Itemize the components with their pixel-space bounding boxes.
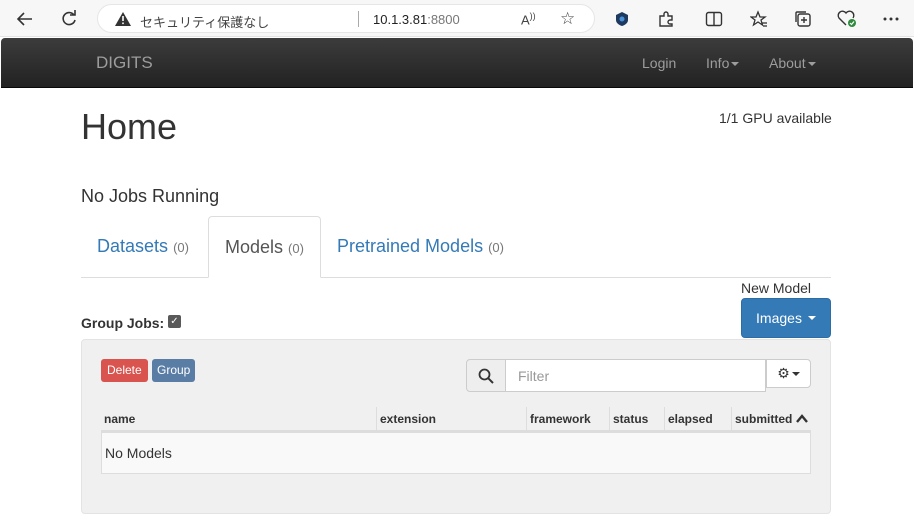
new-model-images-button[interactable]: Images: [741, 298, 831, 338]
tab-count: (0): [173, 240, 189, 255]
tab-pretrained-models[interactable]: Pretrained Models (0): [321, 216, 520, 278]
job-tabs: Datasets (0) Models (0) Pretrained Model…: [81, 216, 831, 278]
address-divider: [358, 11, 359, 27]
refresh-icon[interactable]: [58, 8, 80, 30]
new-model-label: New Model: [741, 280, 812, 296]
tab-label: Datasets: [97, 236, 169, 256]
column-header-submitted-label: submitted: [735, 412, 793, 426]
favorite-star-icon[interactable]: ☆: [560, 9, 575, 29]
images-button-label: Images: [756, 310, 802, 326]
tab-count: (0): [288, 241, 304, 256]
group-jobs-checkbox[interactable]: ✓: [168, 315, 181, 328]
caret-down-icon: [807, 316, 816, 320]
tab-datasets[interactable]: Datasets (0): [81, 216, 205, 278]
group-button[interactable]: Group: [152, 359, 196, 382]
browser-essentials-icon[interactable]: [836, 8, 858, 30]
tab-models[interactable]: Models (0): [208, 216, 321, 278]
delete-button[interactable]: Delete: [101, 359, 148, 382]
group-jobs-label: Group Jobs:: [81, 315, 165, 331]
tab-count: (0): [488, 240, 504, 255]
url-text: 10.1.3.81:8800: [373, 12, 460, 27]
nav-info-label: Info: [706, 55, 730, 71]
filter-input[interactable]: Filter: [505, 359, 766, 392]
tab-label: Models: [225, 237, 284, 257]
address-bar[interactable]: セキュリティ保護なし 10.1.3.81:8800 A)) ☆: [97, 4, 595, 33]
read-aloud-icon[interactable]: A)): [521, 11, 536, 27]
page-title: Home: [81, 106, 178, 147]
back-arrow-icon[interactable]: [14, 8, 36, 30]
gpu-status: 1/1 GPU available: [719, 110, 832, 126]
favorites-icon[interactable]: [748, 8, 770, 30]
warning-icon: [115, 12, 131, 26]
column-header-elapsed[interactable]: elapsed: [664, 407, 731, 432]
column-header-status[interactable]: status: [609, 407, 664, 432]
jobs-running-status: No Jobs Running: [81, 186, 220, 206]
nav-login[interactable]: Login: [642, 55, 676, 71]
nav-about-label: About: [769, 55, 806, 71]
table-body: No Models: [101, 432, 811, 474]
column-settings-button[interactable]: ⚙: [766, 359, 811, 388]
column-header-name[interactable]: name: [101, 407, 376, 432]
url-port: :8800: [427, 12, 460, 27]
sort-ascending-icon: [795, 414, 808, 423]
column-header-submitted[interactable]: submitted: [731, 407, 811, 432]
nav-about-dropdown[interactable]: About: [769, 55, 816, 71]
models-table: name extension framework status elapsed …: [101, 407, 811, 474]
security-label: セキュリティ保護なし: [140, 15, 270, 30]
navbar: DIGITS Login Info About: [1, 38, 913, 88]
column-header-extension[interactable]: extension: [376, 407, 526, 432]
split-screen-icon[interactable]: [703, 8, 725, 30]
empty-table-message: No Models: [105, 445, 172, 461]
more-menu-icon[interactable]: [880, 8, 902, 30]
extension-shield-icon[interactable]: [611, 8, 633, 30]
search-icon: [466, 359, 506, 392]
extensions-puzzle-icon[interactable]: [655, 8, 677, 30]
caret-down-icon: [731, 62, 740, 67]
collections-icon[interactable]: [792, 8, 814, 30]
caret-down-icon: [807, 62, 816, 67]
tab-label: Pretrained Models: [337, 236, 484, 256]
caret-down-icon: [791, 371, 800, 376]
nav-info-dropdown[interactable]: Info: [706, 55, 740, 71]
gear-icon: ⚙: [777, 365, 790, 381]
browser-toolbar: セキュリティ保護なし 10.1.3.81:8800 A)) ☆: [0, 0, 914, 37]
column-header-framework[interactable]: framework: [526, 407, 609, 432]
brand-logo[interactable]: DIGITS: [96, 53, 153, 73]
url-host: 10.1.3.81: [373, 12, 428, 27]
